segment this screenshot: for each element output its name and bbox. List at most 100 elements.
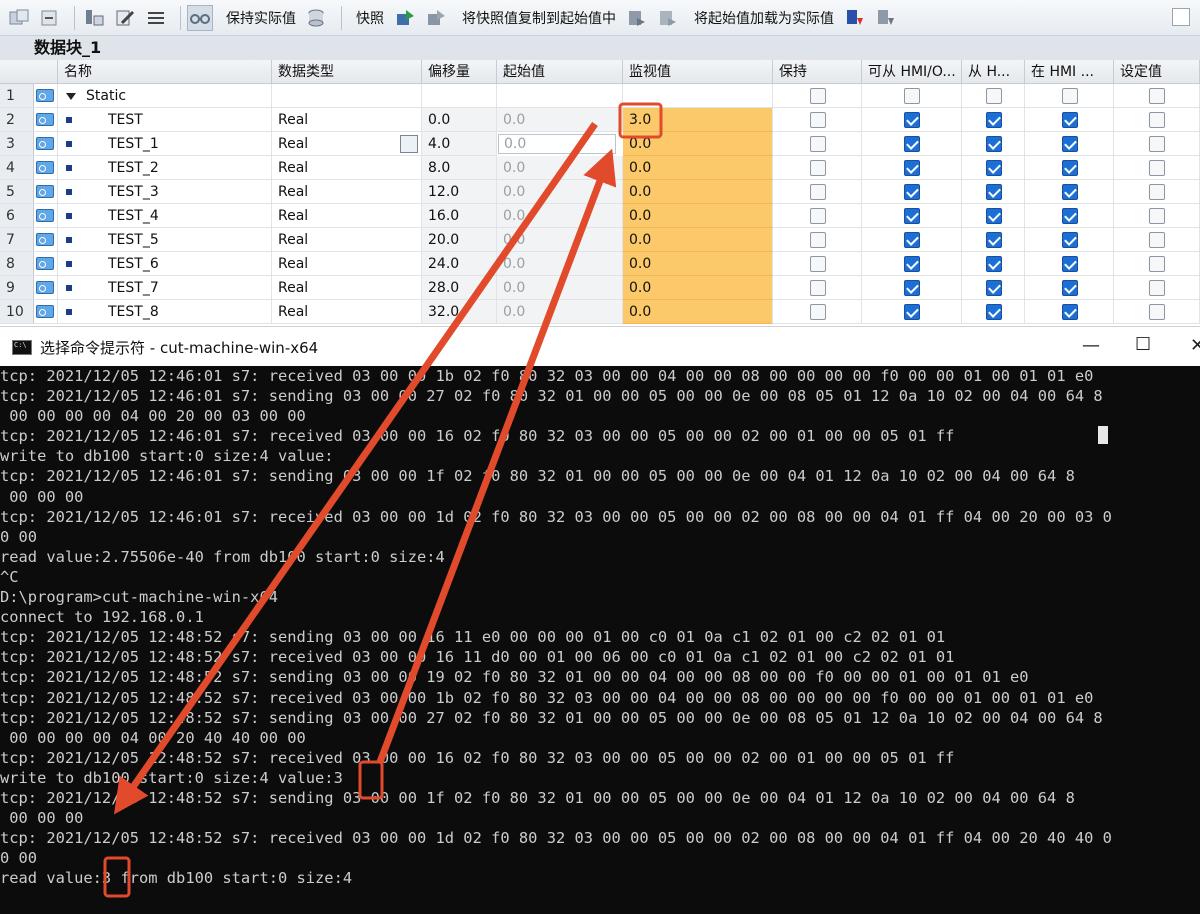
monitor-value[interactable]: 0.0	[623, 300, 773, 324]
checkbox[interactable]	[904, 232, 920, 248]
expand-all-icon[interactable]	[6, 5, 32, 31]
monitor-glasses-icon[interactable]	[187, 4, 213, 31]
table-row-static[interactable]: 1 Static	[0, 84, 1200, 108]
checkbox[interactable]	[904, 304, 920, 320]
checkbox[interactable]	[810, 280, 826, 296]
column-header[interactable]: 监视值	[623, 60, 773, 84]
start-value[interactable]: 0.0	[497, 156, 623, 180]
list-picker-icon[interactable]	[400, 135, 418, 153]
column-header[interactable]: 在 HMI ...	[1025, 60, 1114, 84]
checkbox[interactable]	[904, 208, 920, 224]
column-header[interactable]: 设定值	[1114, 60, 1200, 84]
checkbox[interactable]	[1062, 88, 1078, 104]
data-type[interactable]: Real	[272, 180, 422, 204]
checkbox[interactable]	[1149, 304, 1165, 320]
checkbox[interactable]	[1062, 280, 1078, 296]
table-row[interactable]: 9 TEST_7 Real 28.0 0.0 0.0	[0, 276, 1200, 300]
variable-name[interactable]: TEST_7	[58, 276, 272, 300]
column-header[interactable]: 数据类型	[272, 60, 422, 84]
monitor-value[interactable]: 0.0	[623, 156, 773, 180]
monitor-value[interactable]: 0.0	[623, 180, 773, 204]
variable-name[interactable]: TEST_6	[58, 252, 272, 276]
variable-name[interactable]: TEST_3	[58, 180, 272, 204]
checkbox[interactable]	[1062, 256, 1078, 272]
checkbox[interactable]	[810, 232, 826, 248]
snapshot-download-icon[interactable]	[423, 5, 449, 31]
checkbox[interactable]	[986, 112, 1002, 128]
variable-name[interactable]: TEST	[58, 108, 272, 132]
checkbox[interactable]	[1149, 160, 1165, 176]
copy-snapshot-alt-icon[interactable]	[655, 5, 681, 31]
data-type[interactable]: Real	[272, 108, 422, 132]
minimize-icon[interactable]: —	[1082, 335, 1100, 356]
copy-snapshot-to-start-button[interactable]: 将快照值复制到起始值中	[454, 4, 624, 32]
checkbox[interactable]	[986, 88, 1002, 104]
checkbox[interactable]	[1149, 88, 1165, 104]
column-header[interactable]: 保持	[773, 60, 862, 84]
snapshot-upload-icon[interactable]	[392, 5, 418, 31]
table-row[interactable]: 8 TEST_6 Real 24.0 0.0 0.0	[0, 252, 1200, 276]
monitor-value[interactable]: 0.0	[623, 132, 773, 156]
variable-name[interactable]: TEST_2	[58, 156, 272, 180]
start-value[interactable]: 0.0	[497, 180, 623, 204]
column-header[interactable]: 可从 HMI/O...	[862, 60, 962, 84]
checkbox[interactable]	[1149, 280, 1165, 296]
edit-row-icon[interactable]	[112, 5, 138, 31]
checkbox[interactable]	[1062, 208, 1078, 224]
load-start-as-actual-button[interactable]: 将起始值加载为实际值	[686, 4, 842, 32]
checkbox[interactable]	[810, 88, 826, 104]
variable-name[interactable]: TEST_5	[58, 228, 272, 252]
checkbox[interactable]	[1149, 112, 1165, 128]
checkbox[interactable]	[1062, 232, 1078, 248]
checkbox[interactable]	[1149, 256, 1165, 272]
variable-name[interactable]: TEST_8	[58, 300, 272, 324]
table-row[interactable]: 10 TEST_8 Real 32.0 0.0 0.0	[0, 300, 1200, 324]
start-value[interactable]: 0.0	[497, 252, 623, 276]
table-row[interactable]: 2 TEST Real 0.0 0.0 3.0	[0, 108, 1200, 132]
checkbox[interactable]	[810, 160, 826, 176]
checkbox[interactable]	[810, 184, 826, 200]
checkbox[interactable]	[986, 280, 1002, 296]
column-header[interactable]: 偏移量	[422, 60, 497, 84]
insert-row-icon[interactable]	[81, 5, 107, 31]
start-value[interactable]: 0.0	[497, 228, 623, 252]
database-icon[interactable]	[304, 5, 330, 31]
load-start-values-alt-icon[interactable]	[873, 5, 899, 31]
checkbox[interactable]	[810, 136, 826, 152]
checkbox[interactable]	[810, 304, 826, 320]
keep-actual-values-button[interactable]: 保持实际值	[218, 4, 304, 32]
monitor-value[interactable]: 0.0	[623, 228, 773, 252]
checkbox[interactable]	[904, 280, 920, 296]
checkbox[interactable]	[904, 184, 920, 200]
start-value[interactable]: 0.0	[497, 204, 623, 228]
checkbox[interactable]	[904, 112, 920, 128]
checkbox[interactable]	[904, 160, 920, 176]
monitor-value[interactable]: 3.0	[623, 108, 773, 132]
checkbox[interactable]	[1062, 136, 1078, 152]
monitor-value[interactable]: 0.0	[623, 204, 773, 228]
start-value[interactable]: 0.0	[497, 276, 623, 300]
copy-snapshot-icon[interactable]	[624, 5, 650, 31]
panel-close-button[interactable]	[1172, 8, 1190, 26]
load-start-values-icon[interactable]	[842, 5, 868, 31]
table-row[interactable]: 4 TEST_2 Real 8.0 0.0 0.0	[0, 156, 1200, 180]
data-type[interactable]: Real	[272, 156, 422, 180]
maximize-icon[interactable]: ☐	[1135, 334, 1151, 355]
checkbox[interactable]	[986, 232, 1002, 248]
variable-name[interactable]: TEST_4	[58, 204, 272, 228]
checkbox[interactable]	[1149, 208, 1165, 224]
start-value-input[interactable]: 0.0	[498, 134, 616, 154]
checkbox[interactable]	[1149, 184, 1165, 200]
table-row[interactable]: 7 TEST_5 Real 20.0 0.0 0.0	[0, 228, 1200, 252]
checkbox[interactable]	[1062, 184, 1078, 200]
data-type[interactable]: Real	[272, 276, 422, 300]
checkbox[interactable]	[986, 160, 1002, 176]
collapse-all-icon[interactable]	[37, 5, 63, 31]
column-header[interactable]: 名称	[58, 60, 272, 84]
close-icon[interactable]: ✕	[1190, 335, 1200, 356]
checkbox[interactable]	[810, 208, 826, 224]
variable-name[interactable]: TEST_1	[58, 132, 272, 156]
checkbox[interactable]	[1062, 160, 1078, 176]
data-type[interactable]: Real	[272, 204, 422, 228]
checkbox[interactable]	[1149, 232, 1165, 248]
